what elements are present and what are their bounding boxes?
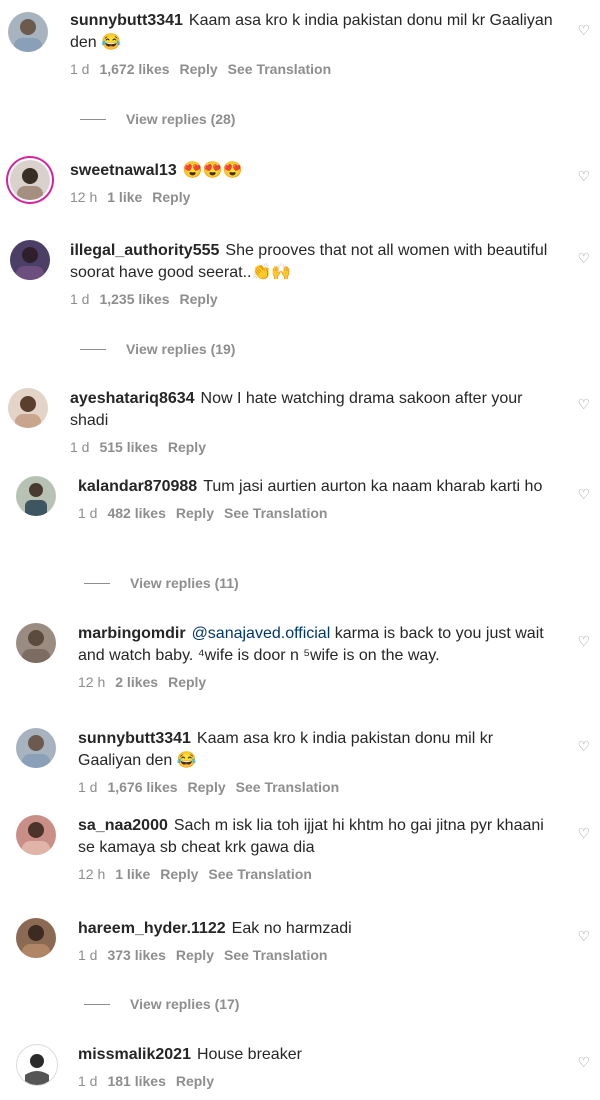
reply-button[interactable]: Reply bbox=[180, 61, 218, 77]
likes-count[interactable]: 373 likes bbox=[107, 947, 165, 963]
heart-outline-icon[interactable]: ♡ bbox=[577, 486, 590, 503]
likes-count[interactable]: 1,676 likes bbox=[107, 779, 177, 795]
avatar[interactable] bbox=[10, 160, 50, 200]
reply-button[interactable]: Reply bbox=[176, 947, 214, 963]
comment-username[interactable]: kalandar870988 bbox=[78, 478, 197, 495]
likes-count[interactable]: 515 likes bbox=[99, 439, 157, 455]
heart-outline-icon[interactable]: ♡ bbox=[577, 22, 590, 39]
avatar[interactable] bbox=[8, 12, 48, 52]
avatar[interactable] bbox=[10, 240, 50, 280]
likes-count[interactable]: 1,672 likes bbox=[99, 61, 169, 77]
reply-button[interactable]: Reply bbox=[168, 439, 206, 455]
comment-text: House breaker bbox=[196, 1046, 302, 1063]
reply-button[interactable]: Reply bbox=[176, 1073, 214, 1089]
comment-time: 12 h bbox=[78, 866, 106, 882]
reply-button[interactable]: Reply bbox=[160, 866, 198, 882]
comment-time: 1 d bbox=[70, 61, 90, 77]
see-translation-button[interactable]: See Translation bbox=[208, 866, 311, 882]
view-replies-button[interactable]: View replies (11) bbox=[84, 575, 239, 591]
comment-username[interactable]: sunnybutt3341 bbox=[78, 730, 191, 747]
heart-outline-icon[interactable]: ♡ bbox=[577, 1054, 590, 1071]
avatar[interactable] bbox=[8, 388, 48, 428]
likes-count[interactable]: 1 like bbox=[107, 189, 142, 205]
view-replies-button[interactable]: View replies (17) bbox=[84, 996, 239, 1012]
likes-count[interactable]: 1,235 likes bbox=[99, 291, 169, 307]
comment-username[interactable]: sunnybutt3341 bbox=[70, 12, 183, 29]
comment-time: 1 d bbox=[78, 779, 98, 795]
heart-outline-icon[interactable]: ♡ bbox=[577, 633, 590, 650]
heart-outline-icon[interactable]: ♡ bbox=[577, 250, 590, 267]
reply-button[interactable]: Reply bbox=[188, 779, 226, 795]
comment-time: 1 d bbox=[70, 439, 90, 455]
comment-time: 1 d bbox=[78, 1073, 98, 1089]
avatar[interactable] bbox=[16, 815, 56, 855]
see-translation-button[interactable]: See Translation bbox=[224, 505, 327, 521]
view-replies-label: View replies (17) bbox=[130, 996, 240, 1012]
reply-button[interactable]: Reply bbox=[152, 189, 190, 205]
comment-username[interactable]: sweetnawal13 bbox=[70, 162, 177, 179]
comment-username[interactable]: missmalik2021 bbox=[78, 1046, 191, 1063]
avatar[interactable] bbox=[16, 623, 56, 663]
avatar[interactable] bbox=[16, 918, 56, 958]
avatar[interactable] bbox=[16, 728, 56, 768]
reply-button[interactable]: Reply bbox=[180, 291, 218, 307]
heart-outline-icon[interactable]: ♡ bbox=[577, 825, 590, 842]
comment-time: 12 h bbox=[70, 189, 98, 205]
likes-count[interactable]: 2 likes bbox=[115, 674, 158, 690]
comment-text: Eak no harmzadi bbox=[231, 920, 352, 937]
comment-username[interactable]: marbingomdir bbox=[78, 625, 186, 642]
divider bbox=[84, 1003, 110, 1005]
comment-text: 😍😍😍 bbox=[182, 162, 243, 179]
mention-link[interactable]: @sanajaved.official bbox=[192, 625, 331, 642]
comment-time: 12 h bbox=[78, 674, 106, 690]
comment-text: Tum jasi aurtien aurton ka naam kharab k… bbox=[203, 478, 543, 495]
see-translation-button[interactable]: See Translation bbox=[236, 779, 339, 795]
avatar[interactable] bbox=[16, 476, 56, 516]
divider bbox=[80, 348, 106, 350]
heart-outline-icon[interactable]: ♡ bbox=[577, 928, 590, 945]
divider bbox=[80, 118, 106, 120]
reply-button[interactable]: Reply bbox=[168, 674, 206, 690]
view-replies-label: View replies (19) bbox=[126, 341, 236, 357]
comment-username[interactable]: ayeshatariq8634 bbox=[70, 390, 195, 407]
likes-count[interactable]: 181 likes bbox=[107, 1073, 165, 1089]
likes-count[interactable]: 482 likes bbox=[107, 505, 165, 521]
view-replies-label: View replies (11) bbox=[130, 575, 239, 591]
see-translation-button[interactable]: See Translation bbox=[228, 61, 331, 77]
comment-time: 1 d bbox=[78, 947, 98, 963]
view-replies-button[interactable]: View replies (19) bbox=[80, 341, 235, 357]
view-replies-label: View replies (28) bbox=[126, 111, 236, 127]
heart-outline-icon[interactable]: ♡ bbox=[577, 168, 590, 185]
view-replies-button[interactable]: View replies (28) bbox=[80, 111, 235, 127]
comment-username[interactable]: sa_naa2000 bbox=[78, 817, 168, 834]
see-translation-button[interactable]: See Translation bbox=[224, 947, 327, 963]
divider bbox=[84, 582, 110, 584]
heart-outline-icon[interactable]: ♡ bbox=[577, 738, 590, 755]
heart-outline-icon[interactable]: ♡ bbox=[577, 396, 590, 413]
reply-button[interactable]: Reply bbox=[176, 505, 214, 521]
comment-username[interactable]: hareem_hyder.1122 bbox=[78, 920, 226, 937]
likes-count[interactable]: 1 like bbox=[115, 866, 150, 882]
comment-username[interactable]: illegal_authority555 bbox=[70, 242, 219, 259]
comment-time: 1 d bbox=[78, 505, 98, 521]
avatar[interactable] bbox=[16, 1044, 58, 1086]
comment-time: 1 d bbox=[70, 291, 90, 307]
